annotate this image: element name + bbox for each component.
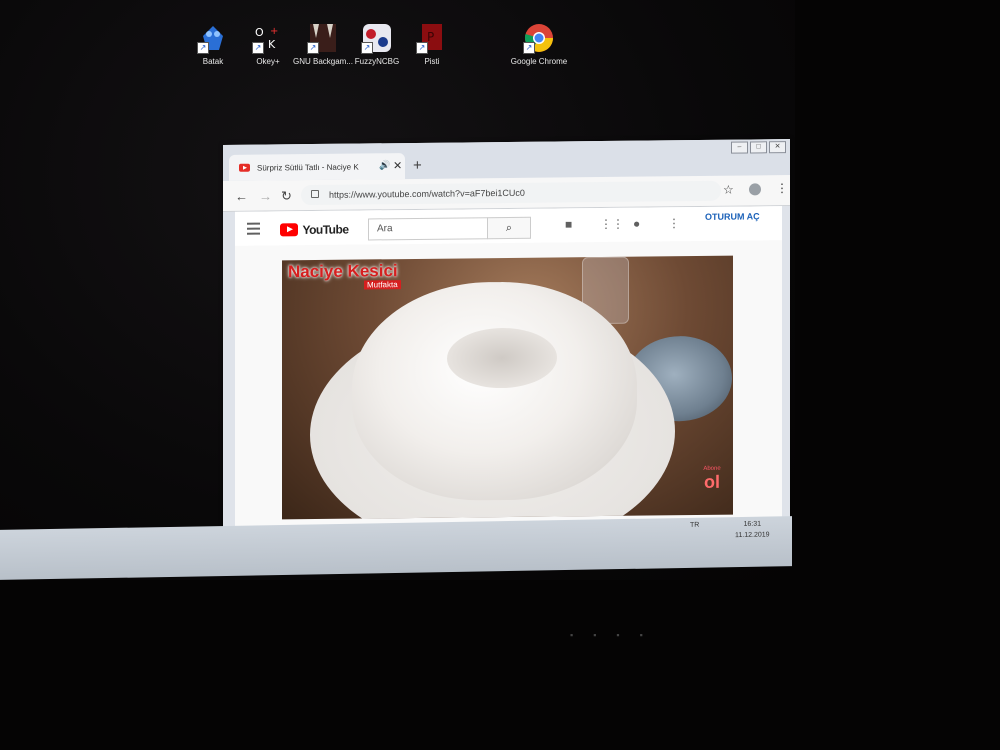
svg-text:K: K <box>268 38 276 51</box>
fuzzy-icon: ↗ <box>361 22 393 54</box>
chrome-window: Sürpriz Sütlü Tatlı - Naciye K 🔊 ✕ + – □… <box>223 139 790 540</box>
tab-title: Sürpriz Sütlü Tatlı - Naciye K <box>257 162 359 173</box>
forward-arrow-icon[interactable]: → <box>259 188 272 203</box>
desktop-icon-google-chrome[interactable]: ↗ Google Chrome <box>504 22 574 67</box>
backgammon-icon: ↗ <box>307 22 339 54</box>
subscribe-badge-big: ol <box>704 471 720 492</box>
okey-icon: O + K ↗ <box>252 22 284 54</box>
shortcut-arrow-icon: ↗ <box>197 42 209 54</box>
youtube-header: YouTube Ara ⌕ ■ ⋮⋮ ● ⋮ OTURUM AÇ <box>235 206 782 246</box>
desktop-icon-label: Google Chrome <box>510 57 568 66</box>
create-video-icon[interactable]: ■ <box>565 217 572 231</box>
shortcut-arrow-icon: ↗ <box>252 42 264 54</box>
youtube-wordmark: YouTube <box>302 222 349 237</box>
signin-button[interactable]: OTURUM AÇ <box>705 211 760 222</box>
reload-icon[interactable]: ↻ <box>281 188 292 204</box>
hamburger-menu-icon[interactable] <box>247 222 260 238</box>
shortcut-arrow-icon: ↗ <box>523 42 535 54</box>
desktop-icon-pisti[interactable]: P ↗ Pisti <box>397 22 467 67</box>
desktop-icon-label: Pisti <box>424 57 440 66</box>
new-tab-icon[interactable]: + <box>413 157 422 174</box>
video-overlay-subtitle: Mutfakta <box>364 280 401 290</box>
shortcut-arrow-icon: ↗ <box>361 42 373 54</box>
subscribe-badge[interactable]: Abone ol <box>698 466 726 498</box>
window-controls: – □ ✕ <box>731 141 786 154</box>
language-indicator[interactable]: TR <box>690 522 699 529</box>
maximize-icon[interactable]: □ <box>750 141 767 154</box>
desktop-icons: ↗ Batak O + K ↗ Okey+ ↗ GNU Backgam... ↗ F… <box>0 0 800 100</box>
settings-dots-icon[interactable]: ⋮ <box>668 216 680 230</box>
shortcut-arrow-icon: ↗ <box>307 42 319 54</box>
back-arrow-icon[interactable]: ← <box>235 189 248 204</box>
address-bar[interactable]: https://www.youtube.com/watch?v=aF7bei1C… <box>301 180 721 206</box>
svg-text:O: O <box>255 26 264 39</box>
close-tab-icon[interactable]: ✕ <box>393 159 402 172</box>
clock-date: 11.12.2019 <box>735 531 770 540</box>
tab-strip: Sürpriz Sütlü Tatlı - Naciye K 🔊 ✕ + – □… <box>223 139 790 181</box>
search-placeholder: Ara <box>377 223 393 235</box>
search-input[interactable]: Ara <box>368 217 488 241</box>
desktop-icon-label: Okey+ <box>256 57 280 66</box>
monitor-buttons: ▪▪▪▪ <box>570 630 663 640</box>
youtube-page: YouTube Ara ⌕ ■ ⋮⋮ ● ⋮ OTURUM AÇ Naciye … <box>235 206 782 540</box>
url-text: https://www.youtube.com/watch?v=aF7bei1C… <box>329 187 525 200</box>
bookmark-star-icon[interactable]: ☆ <box>723 183 734 197</box>
youtube-logo[interactable]: YouTube <box>280 221 349 237</box>
desktop-icon-label: Batak <box>202 57 224 66</box>
chrome-menu-icon[interactable]: ⋮ <box>776 181 788 195</box>
desktop-icon-label: FuzzyNCBG <box>354 57 400 66</box>
video-overlay-title: Naciye Kesici <box>288 261 398 282</box>
speaker-icon[interactable]: 🔊 <box>379 160 390 171</box>
svg-text:P: P <box>427 30 434 44</box>
search-icon: ⌕ <box>505 221 513 235</box>
profile-avatar-icon[interactable] <box>749 183 761 196</box>
youtube-play-icon <box>280 223 298 237</box>
clock-time: 16:31 <box>743 520 762 528</box>
minimize-icon[interactable]: – <box>731 141 748 154</box>
youtube-favicon-icon <box>239 163 250 172</box>
video-cake <box>352 280 637 502</box>
close-window-icon[interactable]: ✕ <box>769 141 786 154</box>
taskbar-clock[interactable]: 16:31 11.12.2019 <box>735 518 770 541</box>
batak-icon: ↗ <box>197 22 229 54</box>
chrome-icon: ↗ <box>523 22 555 54</box>
video-player[interactable]: Naciye Kesici Mutfakta Abone ol <box>282 255 733 520</box>
apps-grid-icon[interactable]: ⋮⋮ <box>600 217 624 231</box>
lock-icon <box>311 189 319 199</box>
shortcut-arrow-icon: ↗ <box>416 42 428 54</box>
active-tab[interactable]: Sürpriz Sütlü Tatlı - Naciye K 🔊 ✕ <box>229 153 405 181</box>
svg-text:+: + <box>270 26 278 37</box>
messages-icon[interactable]: ● <box>633 217 640 231</box>
search-button[interactable]: ⌕ <box>487 216 531 240</box>
pisti-icon: P ↗ <box>416 22 448 54</box>
